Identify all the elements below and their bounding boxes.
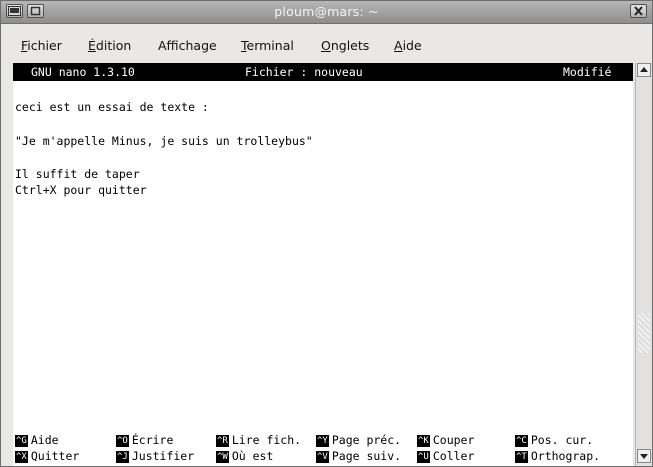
menu-onglets[interactable]: Onglets: [321, 38, 369, 53]
shortcut-page-suivante: ^V Page suiv.: [316, 449, 402, 463]
menu-terminal[interactable]: Terminal: [241, 38, 294, 53]
nano-modified-flag: Modifié: [563, 65, 612, 79]
close-icon: [634, 6, 643, 16]
shortcut-orthographe: ^T Orthograp.: [515, 449, 601, 463]
text-line-1: ceci est un essai de texte :: [15, 100, 209, 114]
shortcut-aide: ^G Aide: [15, 433, 59, 447]
menu-affichage[interactable]: Affichage: [158, 38, 217, 53]
menu-bar: Fichier Édition Affichage Terminal Ongle…: [1, 24, 652, 63]
shortcut-position-curseur: ^C Pos. cur.: [515, 433, 594, 447]
shortcut-lire-fichier: ^R Lire fich.: [216, 433, 302, 447]
scrollbar[interactable]: [635, 63, 652, 466]
shortcut-quitter: ^X Quitter: [15, 449, 80, 463]
text-line-3: "Je m'appelle Minus, je suis un trolleyb…: [15, 134, 313, 148]
shortcut-ecrire: ^O Écrire: [116, 433, 174, 447]
menu-fichier[interactable]: Fichier: [21, 38, 62, 53]
shortcut-justifier: ^J Justifier: [116, 449, 195, 463]
nano-version: GNU nano 1.3.10: [31, 65, 135, 79]
shortcut-ou-est: ^W Où est: [216, 449, 274, 463]
text-line-6: Ctrl+X pour quitter: [15, 183, 147, 197]
arrow-up-icon: [640, 67, 648, 72]
title-bar[interactable]: ploum@mars: ~: [1, 1, 652, 24]
text-line-5: Il suffit de taper: [15, 167, 140, 181]
terminal-area[interactable]: GNU nano 1.3.10 Fichier : nouveau Modifi…: [13, 63, 633, 466]
menu-aide[interactable]: Aide: [394, 38, 422, 53]
shortcut-coller: ^U Coller: [417, 449, 475, 463]
terminal-window: ploum@mars: ~ Fichier Édition Affichage …: [0, 0, 653, 467]
window-title: ploum@mars: ~: [274, 4, 379, 19]
shortcut-couper: ^K Couper: [417, 433, 475, 447]
shortcut-page-precedente: ^Y Page préc.: [316, 433, 402, 447]
scroll-up-button[interactable]: [637, 63, 651, 77]
scrollbar-thumb[interactable]: [638, 313, 650, 353]
nano-status-bar: GNU nano 1.3.10 Fichier : nouveau Modifi…: [13, 63, 633, 81]
close-button[interactable]: [630, 4, 647, 18]
menu-edition[interactable]: Édition: [88, 38, 131, 53]
nano-file-name: Fichier : nouveau: [245, 65, 363, 79]
scroll-down-button[interactable]: [637, 449, 651, 463]
arrow-down-icon: [640, 454, 648, 459]
